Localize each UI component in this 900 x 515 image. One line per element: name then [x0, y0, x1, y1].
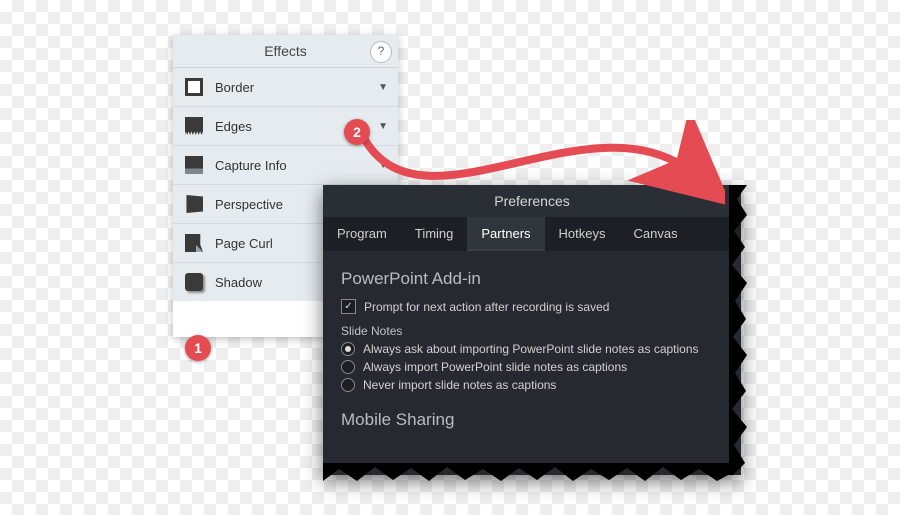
tab-timing[interactable]: Timing: [401, 217, 468, 251]
page-curl-icon: [185, 234, 203, 252]
effect-item-capture-info[interactable]: Capture Info ▼: [173, 146, 398, 185]
effect-item-border[interactable]: Border ▼: [173, 68, 398, 107]
tab-hotkeys[interactable]: Hotkeys: [545, 217, 620, 251]
border-icon: [185, 78, 203, 96]
radio-icon: [341, 378, 355, 392]
tab-program[interactable]: Program: [323, 217, 401, 251]
help-button[interactable]: ?: [370, 41, 392, 63]
effects-panel-header: Effects ?: [173, 35, 398, 68]
slide-notes-label: Slide Notes: [341, 324, 723, 338]
radio-always-ask[interactable]: Always ask about importing PowerPoint sl…: [341, 342, 723, 356]
shadow-icon: [185, 273, 203, 291]
preferences-body: PowerPoint Add-in Prompt for next action…: [323, 251, 741, 454]
preferences-dialog: Preferences Program Timing Partners Hotk…: [323, 185, 741, 475]
radio-label: Never import slide notes as captions: [363, 378, 556, 392]
annotation-badge-2: 2: [344, 119, 370, 145]
effect-item-label: Border: [215, 80, 378, 95]
radio-always-import[interactable]: Always import PowerPoint slide notes as …: [341, 360, 723, 374]
chevron-down-icon: ▼: [378, 121, 388, 132]
effect-item-label: Capture Info: [215, 158, 378, 173]
preferences-tabs: Program Timing Partners Hotkeys Canvas: [323, 217, 741, 251]
edges-icon: [185, 117, 203, 135]
checkbox-icon: [341, 299, 356, 314]
annotation-badge-1: 1: [185, 335, 211, 361]
chevron-down-icon: ▼: [378, 82, 388, 93]
capture-info-icon: [185, 156, 203, 174]
radio-icon: [341, 360, 355, 374]
checkbox-label: Prompt for next action after recording i…: [364, 300, 609, 314]
section-mobile-sharing: Mobile Sharing: [341, 410, 723, 430]
radio-label: Always import PowerPoint slide notes as …: [363, 360, 627, 374]
effects-panel-title: Effects: [264, 43, 307, 59]
section-powerpoint: PowerPoint Add-in: [341, 269, 723, 289]
checkbox-prompt-next-action[interactable]: Prompt for next action after recording i…: [341, 299, 723, 314]
chevron-down-icon: ▼: [378, 160, 388, 171]
tab-partners[interactable]: Partners: [467, 217, 544, 251]
preferences-title: Preferences: [323, 185, 741, 217]
radio-icon: [341, 342, 355, 356]
radio-label: Always ask about importing PowerPoint sl…: [363, 342, 699, 356]
perspective-icon: [185, 195, 203, 213]
tab-canvas[interactable]: Canvas: [620, 217, 692, 251]
radio-never-import[interactable]: Never import slide notes as captions: [341, 378, 723, 392]
